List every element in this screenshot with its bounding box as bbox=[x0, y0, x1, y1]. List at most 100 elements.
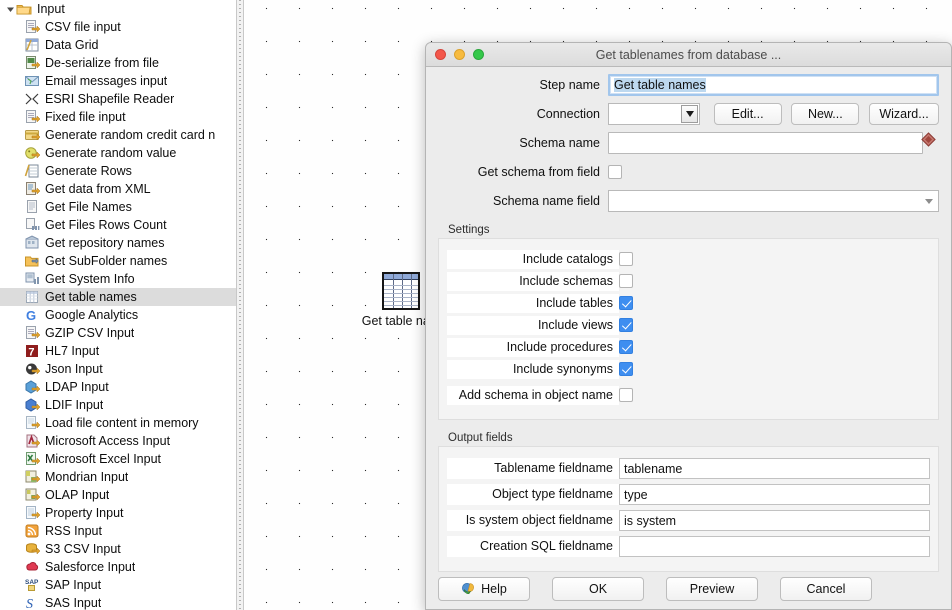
tree-item-sas-input[interactable]: S SAS Input bbox=[0, 594, 236, 610]
tree-item-json-input[interactable]: Json Input bbox=[0, 360, 236, 378]
microsoft-excel-input-icon bbox=[24, 451, 40, 467]
tree-item-microsoft-access-input[interactable]: Microsoft Access Input bbox=[0, 432, 236, 450]
tree-item-get-repository-names[interactable]: Get repository names bbox=[0, 234, 236, 252]
is-system-object-fieldname-label: Is system object fieldname bbox=[447, 510, 619, 531]
sap-input-icon: SAP bbox=[24, 577, 40, 593]
get-schema-from-field-checkbox[interactable] bbox=[608, 165, 622, 179]
esri-shapefile-reader-icon bbox=[24, 91, 40, 107]
include-catalogs-label: Include catalogs bbox=[447, 249, 619, 269]
tree-item-ldif-input[interactable]: LDIF Input bbox=[0, 396, 236, 414]
tree-item-generate-random-value[interactable]: Generate random value bbox=[0, 144, 236, 162]
table-step-icon[interactable] bbox=[382, 272, 420, 310]
zoom-icon[interactable] bbox=[473, 49, 484, 60]
schema-name-label: Schema name bbox=[519, 136, 600, 150]
tree-item-get-files-rows-count[interactable]: Get Files Rows Count bbox=[0, 216, 236, 234]
tree-root-label: Input bbox=[37, 2, 65, 16]
variable-marker-icon[interactable] bbox=[921, 132, 936, 147]
cancel-button[interactable]: Cancel bbox=[780, 577, 872, 601]
ldap-input-icon bbox=[24, 379, 40, 395]
get-subfolder-names-icon bbox=[24, 253, 40, 269]
tree-item-label: Property Input bbox=[45, 506, 124, 520]
panel-divider-sash[interactable] bbox=[236, 0, 244, 610]
object-type-fieldname-input[interactable]: type bbox=[619, 484, 930, 505]
close-icon[interactable] bbox=[435, 49, 446, 60]
step-settings-dialog[interactable]: Get tablenames from database ... Step na… bbox=[425, 42, 952, 610]
tree-item-s3-csv-input[interactable]: S3 CSV Input bbox=[0, 540, 236, 558]
tree-item-esri-shapefile-reader[interactable]: ESRI Shapefile Reader bbox=[0, 90, 236, 108]
include-procedures-checkbox[interactable] bbox=[619, 340, 633, 354]
tree-item-get-table-names[interactable]: Get table names bbox=[0, 288, 236, 306]
tree-item-olap-input[interactable]: OLAP Input bbox=[0, 486, 236, 504]
new-connection-button[interactable]: New... bbox=[791, 103, 860, 125]
include-procedures-label: Include procedures bbox=[447, 337, 619, 357]
tree-item-get-system-info[interactable]: Get System Info bbox=[0, 270, 236, 288]
step-name-input[interactable]: Get table names bbox=[608, 74, 939, 96]
tree-item-csv-file-input[interactable]: CSV file input bbox=[0, 18, 236, 36]
tree-item-get-subfolder-names[interactable]: Get SubFolder names bbox=[0, 252, 236, 270]
connection-select[interactable] bbox=[608, 103, 700, 125]
preview-button[interactable]: Preview bbox=[666, 577, 758, 601]
ok-button[interactable]: OK bbox=[552, 577, 644, 601]
row-object-type-fieldname: Object type fieldname type bbox=[447, 483, 930, 506]
include-synonyms-checkbox[interactable] bbox=[619, 362, 633, 376]
tree-item-generate-random-credit-card-n[interactable]: Generate random credit card n bbox=[0, 126, 236, 144]
tree-item-mondrian-input[interactable]: Mondrian Input bbox=[0, 468, 236, 486]
tree-item-label: Load file content in memory bbox=[45, 416, 199, 430]
include-schemas-checkbox[interactable] bbox=[619, 274, 633, 288]
tree-item-google-analytics[interactable]: G Google Analytics bbox=[0, 306, 236, 324]
tree-item-label: Salesforce Input bbox=[45, 560, 136, 574]
tree-item-gzip-csv-input[interactable]: GZIP CSV Input bbox=[0, 324, 236, 342]
dialog-titlebar[interactable]: Get tablenames from database ... bbox=[426, 43, 951, 67]
olap-input-icon bbox=[24, 487, 40, 503]
schema-name-input[interactable] bbox=[608, 132, 923, 154]
row-tablename-fieldname: Tablename fieldname tablename bbox=[447, 457, 930, 480]
include-catalogs-checkbox[interactable] bbox=[619, 252, 633, 266]
tree-item-ldap-input[interactable]: LDAP Input bbox=[0, 378, 236, 396]
steps-tree-panel[interactable]: Input CSV file input Data Grid De-serializ… bbox=[0, 0, 236, 610]
minimize-icon[interactable] bbox=[454, 49, 465, 60]
schema-name-field-label: Schema name field bbox=[492, 194, 600, 208]
include-schemas-label: Include schemas bbox=[447, 271, 619, 291]
tablename-fieldname-input[interactable]: tablename bbox=[619, 458, 930, 479]
step-name-value: Get table names bbox=[614, 78, 706, 92]
svg-text:S: S bbox=[26, 597, 33, 610]
wizard-connection-button[interactable]: Wizard... bbox=[869, 103, 939, 125]
row-schema-name: Schema name bbox=[438, 132, 939, 154]
folder-open-icon bbox=[16, 1, 32, 17]
include-tables-checkbox[interactable] bbox=[619, 296, 633, 310]
microsoft-access-input-icon bbox=[24, 433, 40, 449]
tree-item-salesforce-input[interactable]: Salesforce Input bbox=[0, 558, 236, 576]
tree-item-rss-input[interactable]: RSS Input bbox=[0, 522, 236, 540]
tree-root-input[interactable]: Input bbox=[0, 0, 236, 18]
include-views-checkbox[interactable] bbox=[619, 318, 633, 332]
tree-item-label: ESRI Shapefile Reader bbox=[45, 92, 175, 106]
tree-item-fixed-file-input[interactable]: Fixed file input bbox=[0, 108, 236, 126]
generate-random-credit-card-icon bbox=[24, 127, 40, 143]
chevron-down-icon[interactable] bbox=[920, 192, 937, 210]
tree-item-generate-rows[interactable]: Generate Rows bbox=[0, 162, 236, 180]
tree-item-get-file-names[interactable]: Get File Names bbox=[0, 198, 236, 216]
creation-sql-fieldname-input[interactable] bbox=[619, 536, 930, 557]
edit-connection-button[interactable]: Edit... bbox=[713, 103, 782, 125]
generate-rows-icon bbox=[24, 163, 40, 179]
chevron-down-icon[interactable] bbox=[681, 105, 698, 123]
tree-item-property-input[interactable]: Property Input bbox=[0, 504, 236, 522]
tree-item-label: Get repository names bbox=[45, 236, 165, 250]
tree-item-de-serialize-from-file[interactable]: De-serialize from file bbox=[0, 54, 236, 72]
row-add-schema-in-object-name: Add schema in object name bbox=[447, 385, 930, 405]
tree-item-data-grid[interactable]: Data Grid bbox=[0, 36, 236, 54]
add-schema-in-object-name-checkbox[interactable] bbox=[619, 388, 633, 402]
tree-item-hl7-input[interactable]: 7 HL7 Input bbox=[0, 342, 236, 360]
chevron-down-icon[interactable] bbox=[4, 3, 16, 15]
tree-item-get-data-from-xml[interactable]: Get data from XML bbox=[0, 180, 236, 198]
tree-item-load-file-content-in-memory[interactable]: Load file content in memory bbox=[0, 414, 236, 432]
tree-item-label: SAS Input bbox=[45, 596, 102, 610]
tree-item-microsoft-excel-input[interactable]: Microsoft Excel Input bbox=[0, 450, 236, 468]
is-system-object-fieldname-input[interactable]: is system bbox=[619, 510, 930, 531]
tree-item-sap-input[interactable]: SAP SAP Input bbox=[0, 576, 236, 594]
schema-name-field-select[interactable] bbox=[608, 190, 939, 212]
tree-item-email-messages-input[interactable]: Email messages input bbox=[0, 72, 236, 90]
window-controls[interactable] bbox=[426, 49, 484, 60]
row-include-catalogs: Include catalogs bbox=[447, 249, 930, 269]
help-button[interactable]: Help bbox=[438, 577, 530, 601]
